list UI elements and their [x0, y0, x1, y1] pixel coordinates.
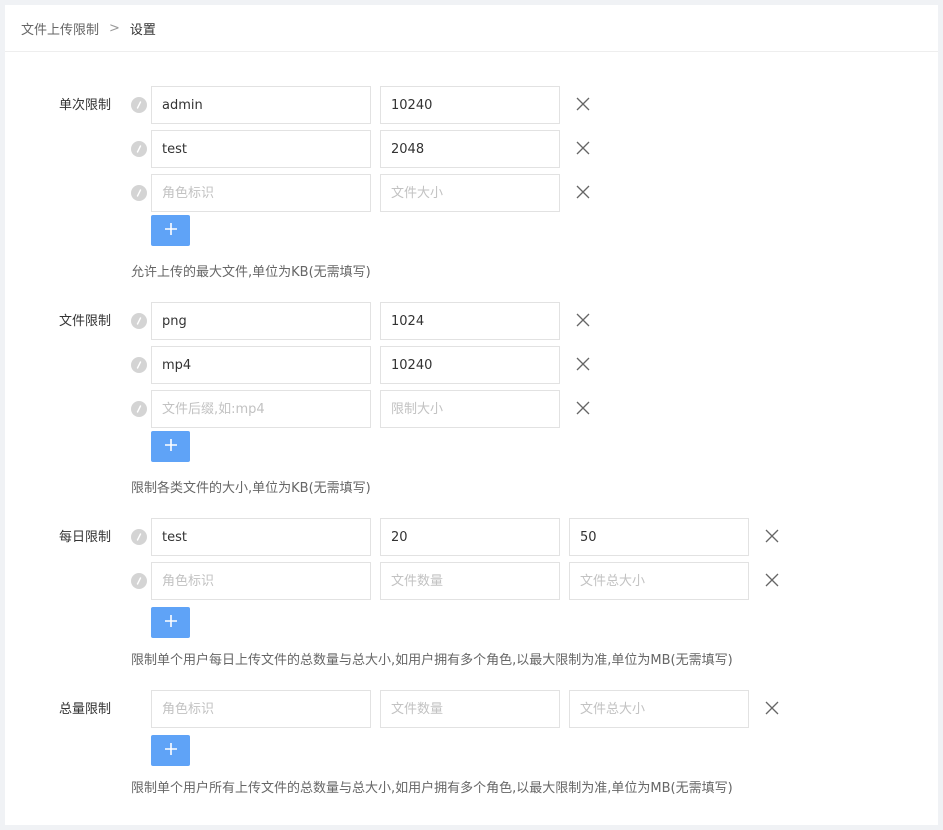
size-input[interactable] — [380, 86, 560, 124]
drag-handle-icon[interactable] — [131, 313, 147, 329]
total-size-input[interactable] — [569, 562, 749, 600]
single-limit-row — [129, 174, 829, 212]
drag-handle-icon[interactable] — [131, 141, 147, 157]
file-limit-label: 文件限制 — [59, 314, 112, 329]
close-icon[interactable] — [573, 398, 593, 418]
close-icon[interactable] — [573, 354, 593, 374]
role-input[interactable] — [151, 518, 371, 556]
total-limit-row — [129, 690, 829, 728]
size-input[interactable] — [380, 346, 560, 384]
count-input[interactable] — [380, 562, 560, 600]
close-icon[interactable] — [762, 698, 782, 718]
add-row-button[interactable] — [151, 215, 190, 246]
role-input[interactable] — [151, 174, 371, 212]
file-limit-row — [129, 302, 829, 340]
breadcrumb: 文件上传限制 > 设置 — [5, 5, 938, 52]
settings-card: 文件上传限制 > 设置 单次限制 允许上传的最大文件,单位为KB(无需填写) — [5, 5, 938, 825]
daily-limit-label: 每日限制 — [59, 530, 112, 545]
size-input[interactable] — [380, 130, 560, 168]
drag-handle-icon[interactable] — [131, 573, 147, 589]
plus-icon — [164, 742, 178, 760]
count-input[interactable] — [380, 518, 560, 556]
add-row-button[interactable] — [151, 431, 190, 462]
plus-icon — [164, 614, 178, 632]
daily-limit-help: 限制单个用户每日上传文件的总数量与总大小,如用户拥有多个角色,以最大限制为准,单… — [131, 653, 733, 668]
size-input[interactable] — [380, 302, 560, 340]
role-input[interactable] — [151, 690, 371, 728]
drag-handle-icon[interactable] — [131, 357, 147, 373]
plus-icon — [164, 222, 178, 240]
single-limit-label: 单次限制 — [59, 98, 112, 113]
plus-icon — [164, 438, 178, 456]
extension-input[interactable] — [151, 390, 371, 428]
close-icon[interactable] — [573, 138, 593, 158]
role-input[interactable] — [151, 130, 371, 168]
add-row-button[interactable] — [151, 735, 190, 766]
daily-limit-row — [129, 562, 829, 600]
close-icon[interactable] — [573, 310, 593, 330]
count-input[interactable] — [380, 690, 560, 728]
total-limit-label: 总量限制 — [59, 702, 112, 717]
drag-handle-icon[interactable] — [131, 97, 147, 113]
breadcrumb-current: 设置 — [129, 22, 156, 38]
total-limit-help: 限制单个用户所有上传文件的总数量与总大小,如用户拥有多个角色,以最大限制为准,单… — [131, 781, 733, 796]
file-limit-row — [129, 346, 829, 384]
single-limit-row — [129, 86, 829, 124]
breadcrumb-separator: > — [109, 20, 120, 36]
drag-handle-icon[interactable] — [131, 529, 147, 545]
close-icon[interactable] — [573, 94, 593, 114]
file-limit-row — [129, 390, 829, 428]
total-size-input[interactable] — [569, 690, 749, 728]
close-icon[interactable] — [762, 570, 782, 590]
extension-input[interactable] — [151, 302, 371, 340]
size-input[interactable] — [380, 390, 560, 428]
breadcrumb-parent-link[interactable]: 文件上传限制 — [21, 19, 99, 38]
close-icon[interactable] — [762, 526, 782, 546]
role-input[interactable] — [151, 86, 371, 124]
single-limit-row — [129, 130, 829, 168]
drag-handle-icon[interactable] — [131, 185, 147, 201]
daily-limit-row — [129, 518, 829, 556]
drag-handle-icon[interactable] — [131, 401, 147, 417]
extension-input[interactable] — [151, 346, 371, 384]
file-limit-help: 限制各类文件的大小,单位为KB(无需填写) — [131, 481, 371, 496]
size-input[interactable] — [380, 174, 560, 212]
close-icon[interactable] — [573, 182, 593, 202]
single-limit-help: 允许上传的最大文件,单位为KB(无需填写) — [131, 265, 371, 280]
add-row-button[interactable] — [151, 607, 190, 638]
total-size-input[interactable] — [569, 518, 749, 556]
role-input[interactable] — [151, 562, 371, 600]
